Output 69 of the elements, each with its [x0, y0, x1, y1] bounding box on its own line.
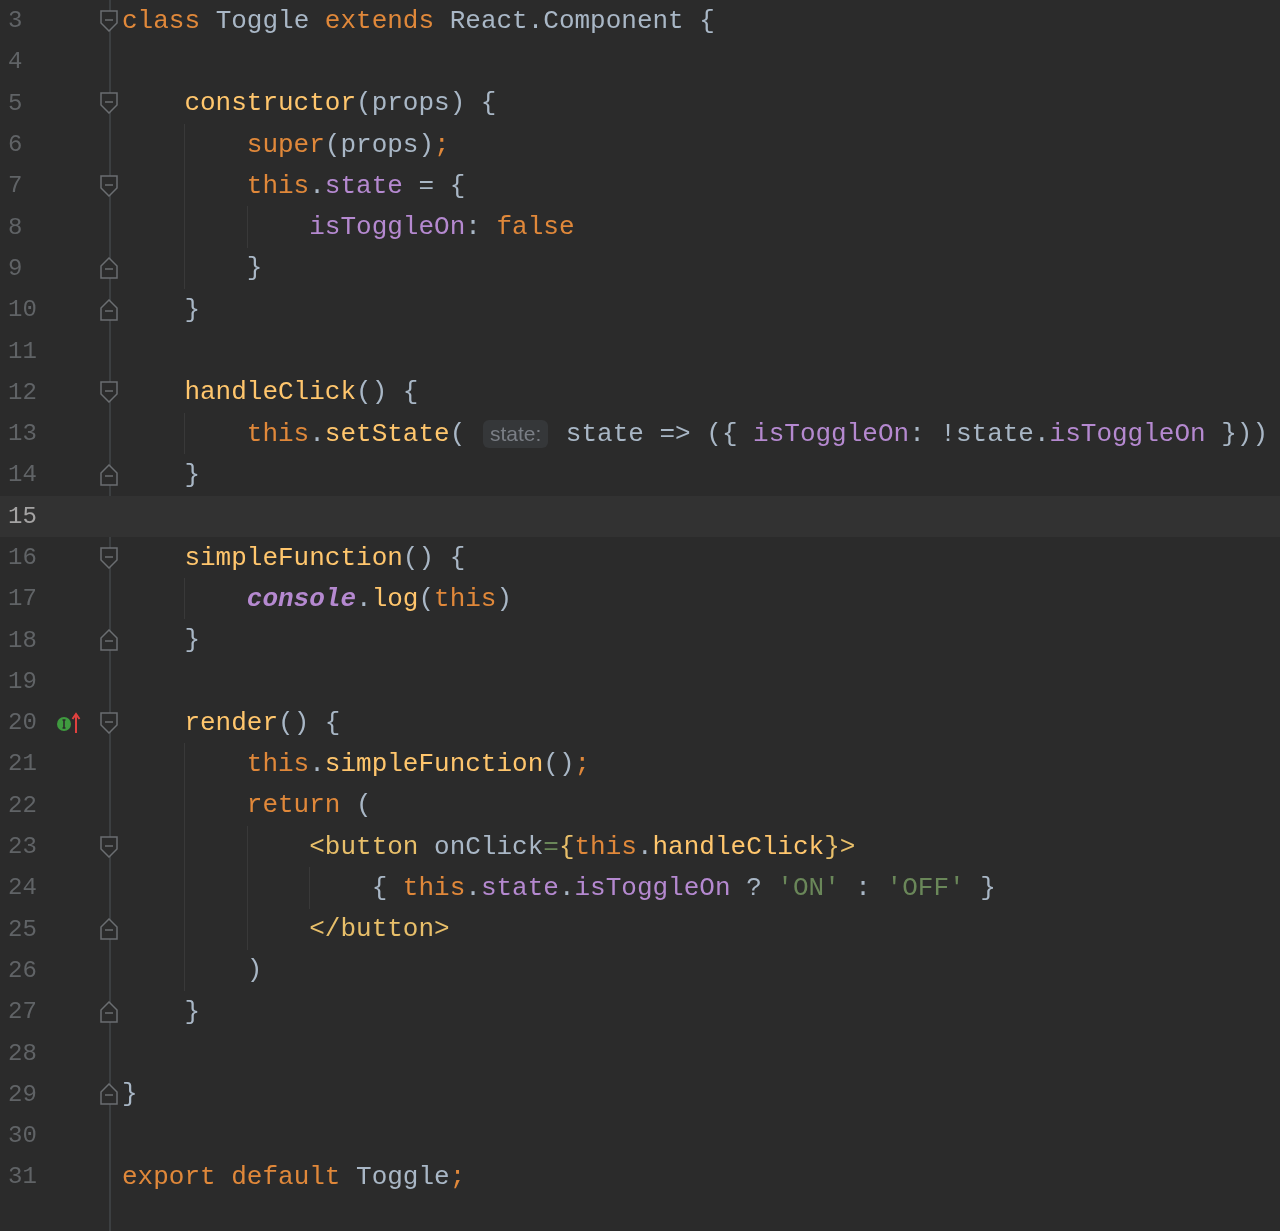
line-number: 16 — [7, 544, 38, 571]
code-text: </button> — [309, 913, 450, 947]
code-text: } — [122, 1078, 138, 1112]
fold-marker-icon[interactable] — [100, 463, 118, 486]
line-number: 15 — [7, 502, 38, 530]
line-number: 4 — [7, 48, 24, 76]
line-number: 27 — [7, 998, 38, 1026]
line-number: 9 — [7, 254, 24, 282]
fold-marker-icon[interactable] — [100, 92, 118, 115]
code-text: constructor(props) { — [184, 87, 497, 121]
line-number: 29 — [7, 1080, 38, 1108]
line-number: 14 — [7, 461, 38, 489]
fold-marker-icon[interactable] — [100, 9, 118, 32]
line-number: 5 — [7, 89, 24, 117]
line-number: 30 — [7, 1122, 38, 1150]
code-text: } — [184, 995, 200, 1029]
code-text: this.setState( — [246, 417, 467, 451]
fold-marker-icon[interactable] — [100, 174, 118, 197]
fold-marker-icon[interactable] — [100, 918, 118, 941]
fold-marker-icon[interactable] — [100, 298, 118, 321]
line-number: 18 — [7, 626, 38, 654]
code-text: super(props); — [246, 128, 450, 162]
code-text: export default Toggle; — [122, 1160, 466, 1194]
code-text: this.simpleFunction(); — [246, 748, 591, 781]
line-number: 12 — [7, 378, 38, 406]
line-number: 8 — [7, 213, 24, 241]
line-number: 26 — [7, 956, 38, 984]
code-text: state => ({ isToggleOn: !state.isToggleOn })) — [564, 417, 1269, 451]
implements-method-icon[interactable] — [56, 711, 82, 734]
line-number: 6 — [7, 131, 24, 159]
line-number: 7 — [7, 172, 24, 200]
code-text: { this.state.isToggleOn ? 'ON' : 'OFF' } — [371, 871, 996, 905]
fold-marker-icon[interactable] — [100, 1000, 118, 1023]
line-number: 13 — [7, 420, 38, 448]
code-text: handleClick() { — [184, 376, 419, 410]
fold-marker-icon[interactable] — [100, 381, 118, 404]
code-text: isToggleOn: false — [309, 211, 575, 245]
fold-marker-icon[interactable] — [100, 629, 118, 652]
fold-marker-icon[interactable] — [100, 835, 118, 858]
line-number: 10 — [7, 296, 38, 324]
code-text: return ( — [246, 789, 372, 823]
line-number: 19 — [7, 667, 38, 695]
line-number: 3 — [7, 7, 24, 35]
line-number: 24 — [7, 874, 38, 902]
fold-marker-icon[interactable] — [100, 546, 118, 569]
line-number: 28 — [7, 1039, 38, 1067]
code-text: console.log(this) — [246, 582, 513, 616]
code-text: render() { — [184, 706, 341, 740]
fold-marker-icon[interactable] — [100, 1083, 118, 1106]
fold-marker-icon[interactable] — [100, 711, 118, 734]
code-text: } — [184, 293, 200, 327]
line-number: 25 — [7, 915, 38, 943]
line-number: 20 — [7, 709, 38, 737]
code-text: } — [184, 624, 200, 658]
line-number: 11 — [7, 337, 38, 365]
code-text: class Toggle extends React.Component { — [122, 4, 715, 38]
line-number: 31 — [7, 1163, 38, 1191]
line-number: 23 — [7, 833, 38, 861]
line-number: 22 — [7, 791, 38, 819]
code-text: } — [246, 252, 263, 286]
line-number: 17 — [7, 585, 38, 613]
code-text: ) — [246, 954, 263, 988]
line-number: 21 — [7, 750, 38, 778]
code-text: } — [184, 458, 200, 492]
code-text: this.state = { — [246, 169, 466, 203]
parameter-hint: state: — [482, 419, 549, 448]
code-text: simpleFunction() { — [184, 541, 466, 575]
code-text: <button onClick={this.handleClick}> — [309, 830, 856, 864]
fold-marker-icon[interactable] — [100, 257, 118, 280]
